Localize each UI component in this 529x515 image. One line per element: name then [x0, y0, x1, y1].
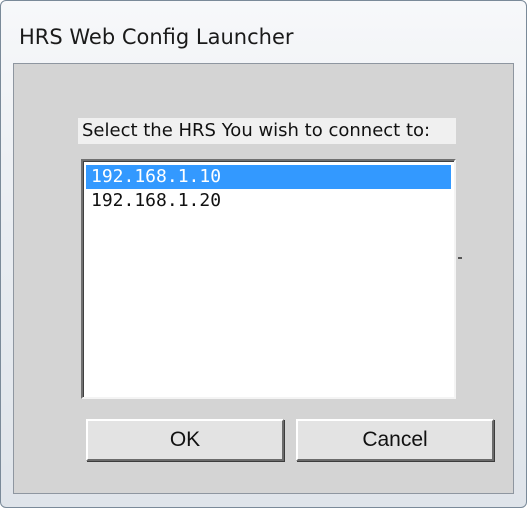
dialog-client-area: Select the HRS You wish to connect to: 1…: [13, 63, 514, 494]
list-item[interactable]: 192.168.1.20: [86, 189, 451, 213]
dialog-window: HRS Web Config Launcher Select the HRS Y…: [0, 0, 527, 508]
server-listbox[interactable]: 192.168.1.10 192.168.1.20: [81, 159, 456, 399]
list-item[interactable]: 192.168.1.10: [86, 165, 451, 189]
stray-pixel: [458, 257, 462, 259]
title-bar[interactable]: HRS Web Config Launcher: [1, 1, 526, 63]
ok-button[interactable]: OK: [86, 419, 284, 461]
window-title: HRS Web Config Launcher: [19, 25, 294, 49]
cancel-button[interactable]: Cancel: [296, 419, 494, 461]
prompt-label: Select the HRS You wish to connect to:: [78, 118, 456, 144]
